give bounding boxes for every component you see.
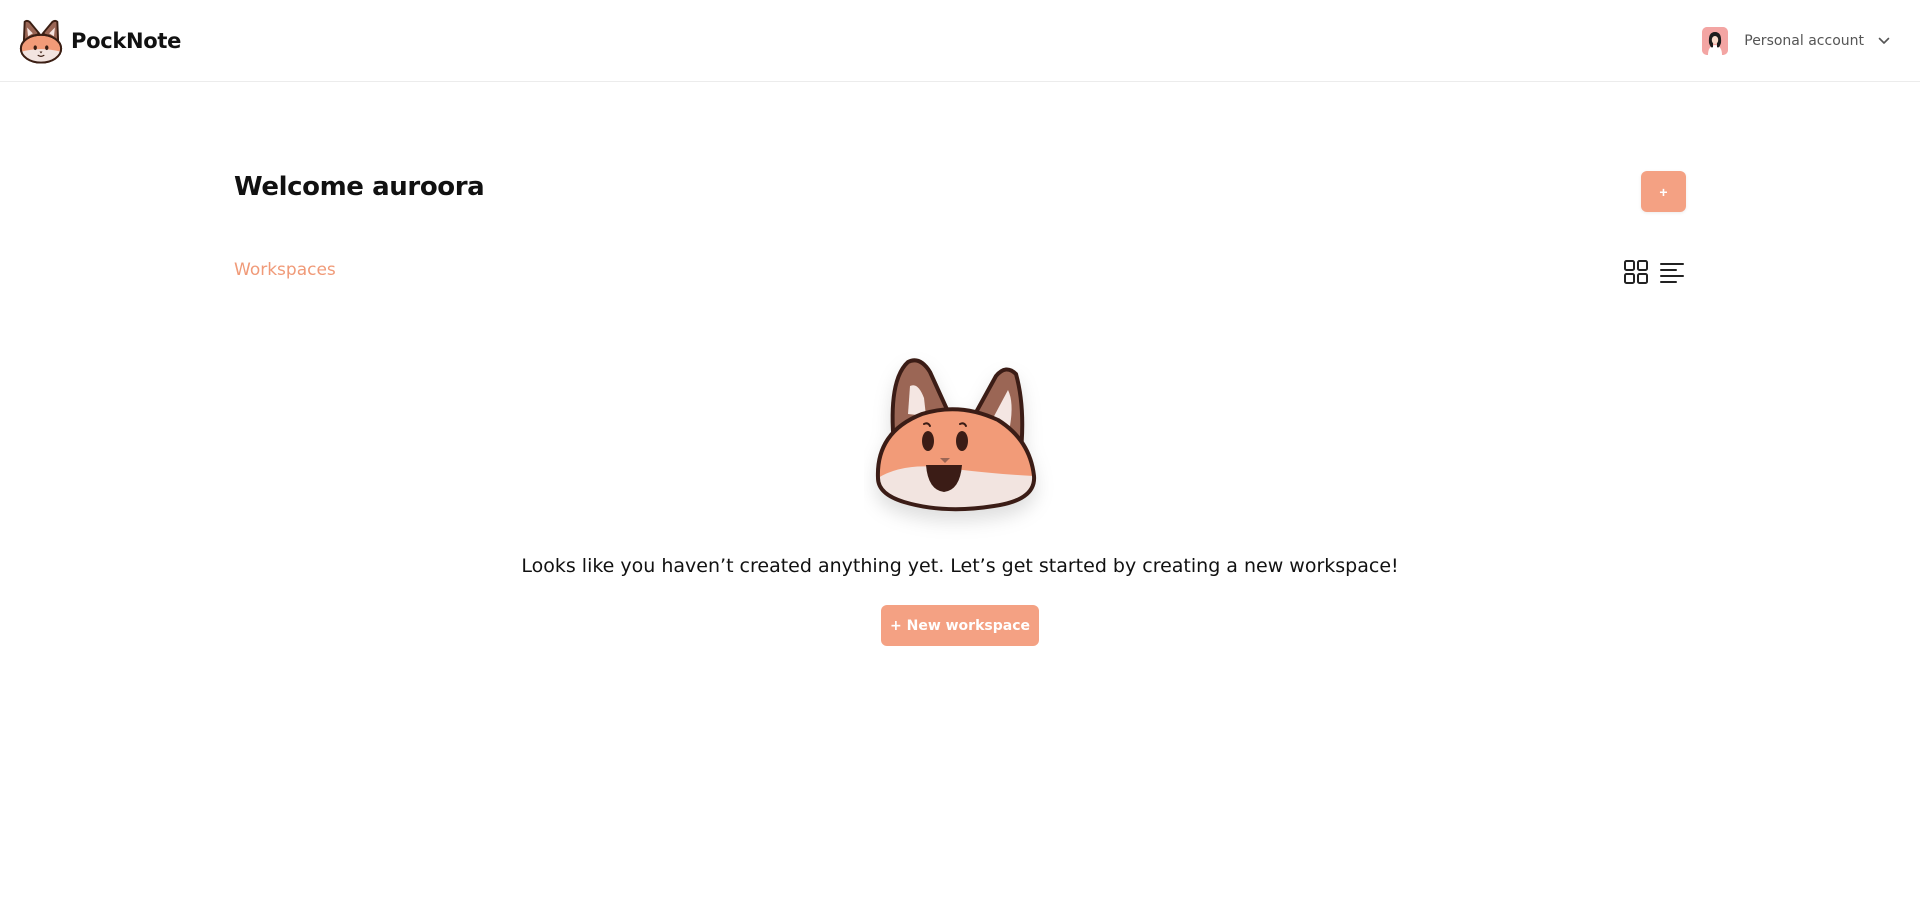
grid-view-icon <box>1624 260 1648 284</box>
fox-logo-icon <box>19 19 63 64</box>
view-toggle <box>1622 258 1686 286</box>
user-avatar <box>1702 27 1729 55</box>
add-workspace-button[interactable]: + <box>1641 171 1686 212</box>
page-title: Welcome auroora <box>234 172 485 202</box>
top-bar: PockNote Personal account <box>0 0 1920 82</box>
empty-state-message: Looks like you haven’t created anything … <box>521 555 1399 577</box>
brand[interactable]: PockNote <box>17 17 181 65</box>
chevron-down-icon <box>1878 37 1890 44</box>
account-label: Personal account <box>1744 33 1864 49</box>
account-switcher[interactable]: Personal account <box>1702 27 1890 55</box>
list-view-icon <box>1660 263 1684 283</box>
fox-mascot <box>875 358 1037 512</box>
list-view-button[interactable] <box>1658 258 1686 286</box>
workspaces-heading: Workspaces <box>234 260 336 280</box>
app-name: PockNote <box>71 29 182 53</box>
new-workspace-button[interactable]: + New workspace <box>881 605 1039 646</box>
grid-view-button[interactable] <box>1622 258 1650 286</box>
